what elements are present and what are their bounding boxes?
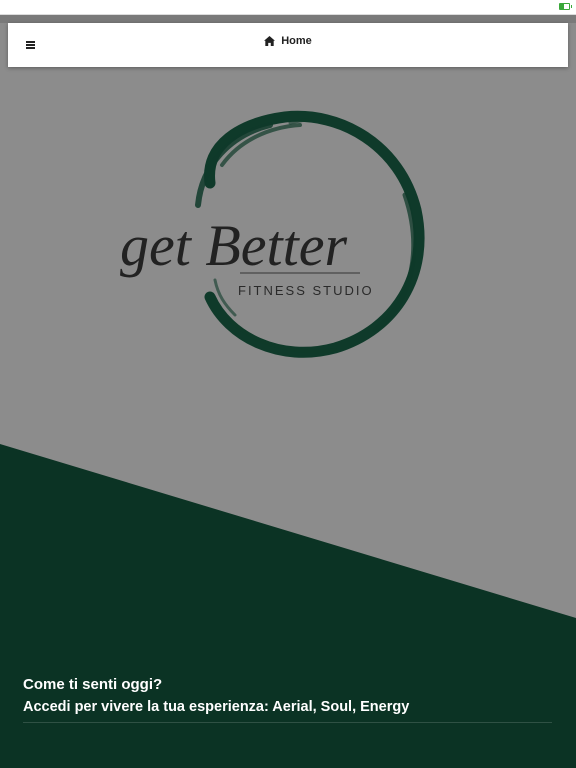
welcome-cta: Accedi per vivere la tua esperienza: Aer… bbox=[23, 699, 410, 715]
home-label: Home bbox=[281, 35, 312, 47]
get-better-logo: get Better FITNESS STUDIO bbox=[120, 110, 425, 358]
top-navbar: Home bbox=[8, 23, 568, 67]
app-screen: Home get Better FITNESS STUDIO Come ti s… bbox=[0, 0, 576, 768]
footer-divider bbox=[23, 722, 552, 723]
logo-script-text: get Better bbox=[120, 213, 348, 278]
welcome-question: Come ti senti oggi? bbox=[23, 676, 163, 693]
welcome-message: Come ti senti oggi? Accedi per vivere la… bbox=[23, 676, 553, 723]
home-icon bbox=[264, 36, 276, 46]
nav-title: Home bbox=[8, 35, 568, 49]
home-link[interactable]: Home bbox=[264, 35, 312, 47]
logo-subtitle: FITNESS STUDIO bbox=[238, 283, 374, 298]
